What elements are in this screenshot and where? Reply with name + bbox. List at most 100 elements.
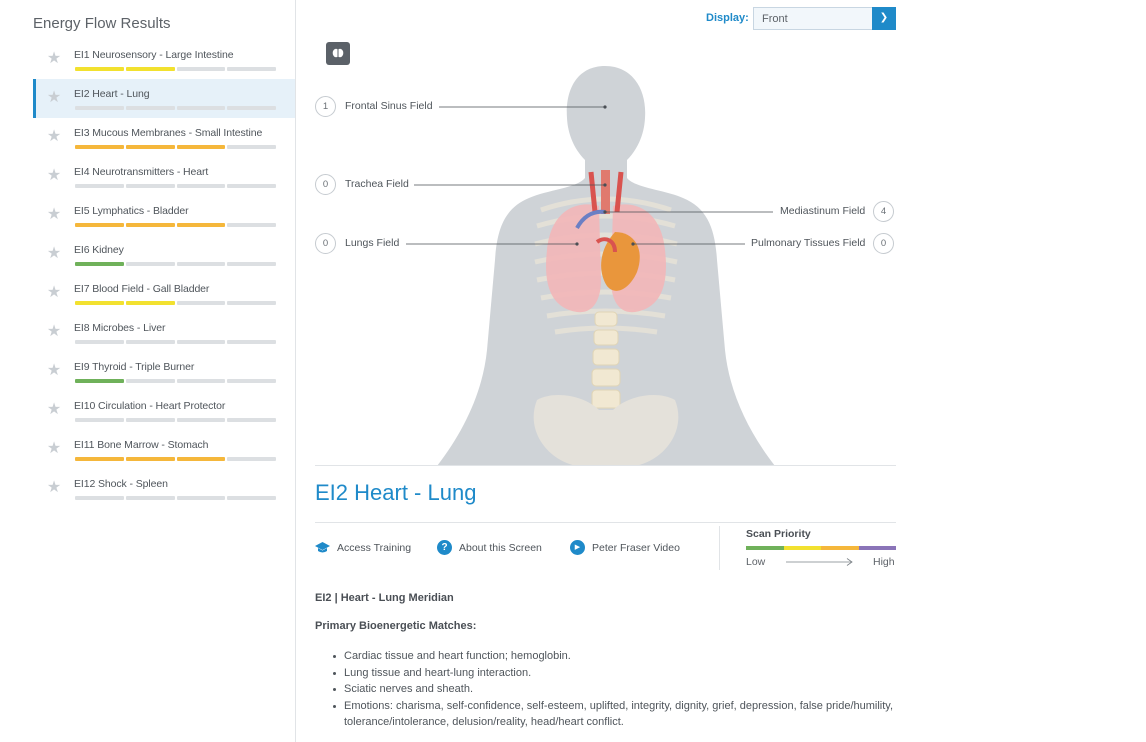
field-frontal-sinus[interactable]: 1 Frontal Sinus Field bbox=[315, 96, 445, 118]
star-icon[interactable]: ★ bbox=[46, 480, 62, 496]
result-item-label: EI7 Blood Field - Gall Bladder bbox=[74, 283, 210, 295]
star-icon[interactable]: ★ bbox=[46, 90, 62, 106]
about-screen-label: About this Screen bbox=[459, 542, 542, 554]
priority-segment bbox=[176, 184, 226, 188]
priority-segment bbox=[125, 184, 175, 188]
result-item-label: EI5 Lymphatics - Bladder bbox=[74, 205, 189, 217]
result-priority-bar bbox=[75, 379, 276, 383]
star-icon[interactable]: ★ bbox=[46, 402, 62, 418]
priority-segment bbox=[125, 301, 175, 305]
scan-priority-segment bbox=[746, 546, 784, 550]
field-count-badge: 0 bbox=[315, 233, 336, 254]
result-item-label: EI8 Microbes - Liver bbox=[74, 322, 166, 334]
priority-segment bbox=[176, 67, 226, 71]
priority-segment bbox=[125, 223, 175, 227]
result-item[interactable]: ★ EI11 Bone Marrow - Stomach bbox=[33, 430, 295, 469]
about-screen-link[interactable]: ? About this Screen bbox=[437, 540, 547, 556]
result-item[interactable]: ★ EI12 Shock - Spleen bbox=[33, 469, 295, 508]
result-item[interactable]: ★ EI6 Kidney bbox=[33, 235, 295, 274]
sidebar-title: Energy Flow Results bbox=[33, 15, 171, 32]
star-icon[interactable]: ★ bbox=[46, 441, 62, 457]
priority-segment bbox=[176, 262, 226, 266]
chevron-down-icon[interactable]: ❯ bbox=[872, 7, 896, 30]
priority-segment bbox=[75, 301, 124, 305]
priority-segment bbox=[75, 106, 124, 110]
priority-segment bbox=[176, 418, 226, 422]
access-training-label: Access Training bbox=[337, 542, 412, 554]
scan-priority-segment bbox=[858, 546, 896, 550]
result-item[interactable]: ★ EI4 Neurotransmitters - Heart bbox=[33, 157, 295, 196]
result-item[interactable]: ★ EI5 Lymphatics - Bladder bbox=[33, 196, 295, 235]
star-icon[interactable]: ★ bbox=[46, 324, 62, 340]
figure-divider bbox=[315, 465, 896, 466]
priority-segment bbox=[75, 457, 124, 461]
priority-segment bbox=[75, 379, 124, 383]
priority-segment bbox=[176, 496, 226, 500]
priority-segment bbox=[227, 301, 276, 305]
field-trachea[interactable]: 0 Trachea Field bbox=[315, 174, 425, 196]
display-select[interactable]: Front ❯ bbox=[753, 7, 896, 30]
priority-segment bbox=[75, 67, 124, 71]
peter-fraser-video-link[interactable]: ▶ Peter Fraser Video bbox=[570, 540, 685, 556]
result-priority-bar bbox=[75, 223, 276, 227]
body-figure bbox=[315, 60, 896, 466]
priority-segment bbox=[176, 457, 226, 461]
priority-segment bbox=[75, 184, 124, 188]
field-name: Mediastinum Field bbox=[780, 205, 866, 217]
field-name: Trachea Field bbox=[345, 178, 409, 190]
priority-segment bbox=[227, 418, 276, 422]
result-item-label: EI9 Thyroid - Triple Burner bbox=[74, 361, 195, 373]
brain-icon bbox=[332, 48, 344, 58]
star-icon[interactable]: ★ bbox=[46, 363, 62, 379]
priority-segment bbox=[176, 340, 226, 344]
star-icon[interactable]: ★ bbox=[46, 168, 62, 184]
result-priority-bar bbox=[75, 301, 276, 305]
result-priority-bar bbox=[75, 145, 276, 149]
field-count-badge: 4 bbox=[873, 201, 894, 222]
field-name: Frontal Sinus Field bbox=[345, 100, 433, 112]
meridian-heading: EI2 | Heart - Lung Meridian bbox=[315, 592, 454, 604]
priority-segment bbox=[227, 67, 276, 71]
field-mediastinum[interactable]: Mediastinum Field 4 bbox=[776, 201, 896, 223]
scan-priority-low: Low bbox=[746, 556, 766, 568]
priority-segment bbox=[125, 262, 175, 266]
result-item[interactable]: ★ EI7 Blood Field - Gall Bladder bbox=[33, 274, 295, 313]
priority-segment bbox=[125, 379, 175, 383]
matches-heading: Primary Bioenergetic Matches: bbox=[315, 620, 477, 632]
priority-segment bbox=[75, 145, 124, 149]
access-training-link[interactable]: Access Training bbox=[315, 540, 415, 556]
field-pulmonary-tissues[interactable]: Pulmonary Tissues Field 0 bbox=[748, 233, 896, 255]
match-item: Cardiac tissue and heart function; hemog… bbox=[331, 648, 896, 665]
priority-segment bbox=[227, 496, 276, 500]
star-icon[interactable]: ★ bbox=[46, 285, 62, 301]
priority-segment bbox=[227, 184, 276, 188]
result-item[interactable]: ★ EI2 Heart - Lung bbox=[33, 79, 295, 118]
field-count-badge: 0 bbox=[315, 174, 336, 195]
field-count-badge: 1 bbox=[315, 96, 336, 117]
results-sidebar: Energy Flow Results ★ EI1 Neurosensory - … bbox=[0, 0, 296, 742]
star-icon[interactable]: ★ bbox=[46, 246, 62, 262]
result-item[interactable]: ★ EI1 Neurosensory - Large Intestine bbox=[33, 40, 295, 79]
field-count-badge: 0 bbox=[873, 233, 894, 254]
result-priority-bar bbox=[75, 262, 276, 266]
results-list: ★ EI1 Neurosensory - Large Intestine ★ EI2 … bbox=[33, 40, 295, 508]
match-item: Sciatic nerves and sheath. bbox=[331, 681, 896, 698]
priority-segment bbox=[125, 496, 175, 500]
priority-segment bbox=[227, 262, 276, 266]
result-item[interactable]: ★ EI9 Thyroid - Triple Burner bbox=[33, 352, 295, 391]
field-lungs[interactable]: 0 Lungs Field bbox=[315, 233, 415, 255]
result-item[interactable]: ★ EI3 Mucous Membranes - Small Intestine bbox=[33, 118, 295, 157]
result-item-label: EI3 Mucous Membranes - Small Intestine bbox=[74, 127, 263, 139]
priority-segment bbox=[125, 340, 175, 344]
priority-segment bbox=[227, 340, 276, 344]
star-icon[interactable]: ★ bbox=[46, 207, 62, 223]
result-item[interactable]: ★ EI8 Microbes - Liver bbox=[33, 313, 295, 352]
star-icon[interactable]: ★ bbox=[46, 129, 62, 145]
priority-segment bbox=[75, 418, 124, 422]
star-icon[interactable]: ★ bbox=[46, 51, 62, 67]
result-priority-bar bbox=[75, 457, 276, 461]
result-priority-bar bbox=[75, 496, 276, 500]
result-item[interactable]: ★ EI10 Circulation - Heart Protector bbox=[33, 391, 295, 430]
scan-priority-bar bbox=[746, 546, 896, 550]
priority-segment bbox=[176, 106, 226, 110]
